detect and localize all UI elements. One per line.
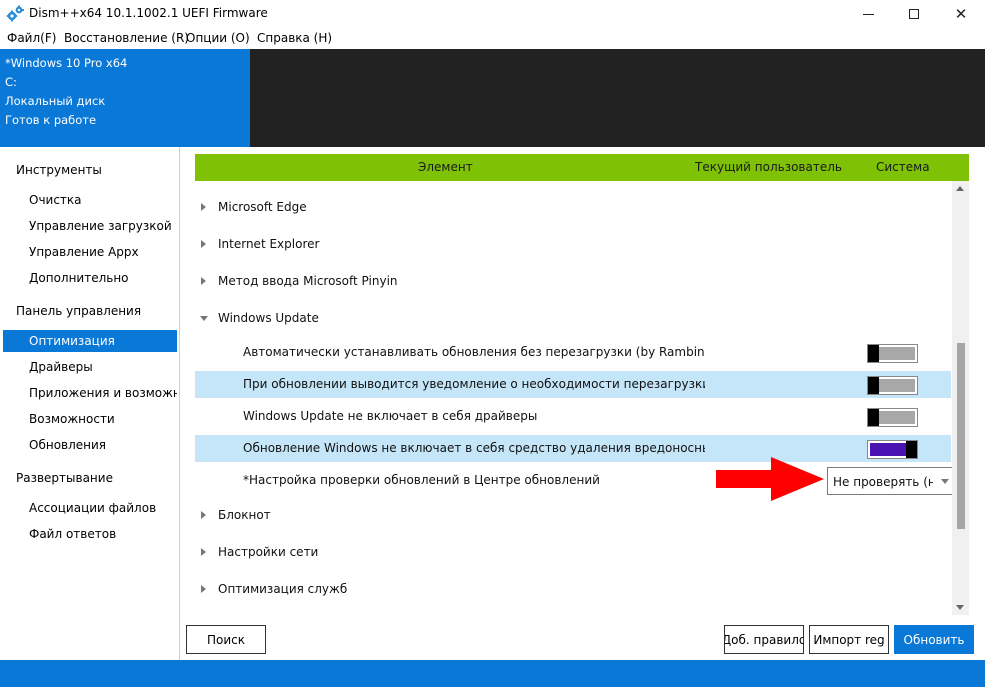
- tree-group-label: Настройки сети: [218, 545, 319, 559]
- session-list-area: [250, 49, 985, 147]
- tree-group-windows-update[interactable]: Windows Update: [181, 306, 951, 332]
- option-toggle[interactable]: [867, 408, 918, 427]
- option-toggle[interactable]: [867, 440, 918, 459]
- window-title: Dism++x64 10.1.1002.1 UEFI Firmware: [29, 6, 268, 20]
- minimize-icon: [862, 13, 874, 15]
- sidebar-group-tools: Инструменты: [16, 163, 102, 177]
- dropdown-value: Не проверять (не рекомендуется): [833, 475, 933, 489]
- sidebar-item-advanced[interactable]: Дополнительно: [3, 267, 177, 289]
- tree-group-label: Internet Explorer: [218, 237, 320, 251]
- tree-group-services-optimization[interactable]: Оптимизация служб: [181, 577, 951, 603]
- search-button[interactable]: Поиск: [186, 625, 266, 654]
- column-current-user[interactable]: Текущий пользователь: [695, 160, 842, 174]
- sidebar-item-answer-file[interactable]: Файл ответов: [3, 523, 177, 545]
- session-panel[interactable]: *Windows 10 Pro x64 C: Локальный диск Го…: [0, 49, 250, 147]
- option-row[interactable]: Обновление Windows не включает в себя ср…: [195, 435, 951, 462]
- title-bar: Dism++x64 10.1.1002.1 UEFI Firmware ✕: [0, 0, 985, 28]
- expand-arrow-icon[interactable]: [201, 203, 206, 211]
- gear-icon: [6, 5, 24, 22]
- expand-arrow-icon[interactable]: [201, 511, 206, 519]
- option-label: Обновление Windows не включает в себя ср…: [243, 441, 705, 455]
- add-rule-button[interactable]: Доб. правило: [724, 625, 804, 654]
- sidebar-group-deployment: Развертывание: [16, 471, 113, 485]
- column-system[interactable]: Система: [876, 160, 930, 174]
- tree-group-label: Windows Update: [218, 311, 319, 325]
- tree-group-label: Microsoft Edge: [218, 200, 307, 214]
- update-button[interactable]: Обновить: [894, 625, 974, 654]
- tree-group-label: Блокнот: [218, 508, 271, 522]
- collapse-arrow-icon[interactable]: [200, 316, 208, 321]
- sidebar-item-appx[interactable]: Управление Appx: [3, 241, 177, 263]
- expand-arrow-icon[interactable]: [201, 277, 206, 285]
- expand-arrow-icon[interactable]: [201, 585, 206, 593]
- column-element[interactable]: Элемент: [418, 160, 473, 174]
- menu-file[interactable]: Файл(F): [7, 31, 56, 45]
- session-os: *Windows 10 Pro x64: [5, 56, 128, 70]
- expand-arrow-icon[interactable]: [201, 240, 206, 248]
- expand-arrow-icon[interactable]: [201, 548, 206, 556]
- import-reg-button[interactable]: Импорт reg: [809, 625, 889, 654]
- option-row[interactable]: При обновлении выводится уведомление о н…: [195, 371, 951, 398]
- status-bar: [0, 660, 985, 687]
- option-label: При обновлении выводится уведомление о н…: [243, 377, 705, 391]
- tree-group-label: Метод ввода Microsoft Pinyin: [218, 274, 398, 288]
- sidebar-item-file-associations[interactable]: Ассоциации файлов: [3, 497, 177, 519]
- close-button[interactable]: ✕: [938, 0, 984, 28]
- tree-group-network-settings[interactable]: Настройки сети: [181, 540, 951, 566]
- vertical-scrollbar[interactable]: [952, 181, 969, 615]
- maximize-button[interactable]: [891, 0, 937, 28]
- menu-recovery[interactable]: Восстановление (R): [64, 31, 189, 45]
- option-toggle[interactable]: [867, 376, 918, 395]
- scroll-down-icon[interactable]: [956, 605, 964, 610]
- red-arrow-annotation-icon: [716, 457, 824, 501]
- tree-group-pinyin[interactable]: Метод ввода Microsoft Pinyin: [181, 269, 951, 295]
- minimize-button[interactable]: [845, 0, 891, 28]
- option-row[interactable]: Windows Update не включает в себя драйве…: [195, 403, 951, 430]
- session-drive: C:: [5, 75, 17, 89]
- optimization-panel: Элемент Текущий пользователь Система Mic…: [181, 147, 985, 660]
- tree-group-notepad[interactable]: Блокнот: [181, 503, 951, 529]
- session-disk-label: Локальный диск: [5, 94, 106, 108]
- update-check-dropdown[interactable]: Не проверять (не рекомендуется): [827, 467, 953, 495]
- menu-help[interactable]: Справка (H): [257, 31, 332, 45]
- close-icon: ✕: [954, 5, 968, 23]
- option-toggle[interactable]: [867, 344, 918, 363]
- sidebar-item-boot-management[interactable]: Управление загрузкой: [3, 215, 177, 237]
- scrollbar-thumb[interactable]: [957, 343, 965, 529]
- tree-group-internet-explorer[interactable]: Internet Explorer: [181, 232, 951, 258]
- session-status: Готов к работе: [5, 113, 97, 127]
- sidebar-item-optimization[interactable]: Оптимизация: [3, 330, 177, 352]
- option-label: Windows Update не включает в себя драйве…: [243, 409, 538, 423]
- column-header: Элемент Текущий пользователь Система: [195, 154, 969, 181]
- tree-group-label: Оптимизация служб: [218, 582, 348, 596]
- sidebar-item-updates[interactable]: Обновления: [3, 434, 177, 456]
- sidebar: Инструменты Очистка Управление загрузкой…: [0, 147, 180, 660]
- option-label: Автоматически устанавливать обновления б…: [243, 345, 705, 359]
- chevron-down-icon[interactable]: [941, 479, 949, 484]
- tree-group-microsoft-edge[interactable]: Microsoft Edge: [181, 195, 951, 221]
- sidebar-item-cleanup[interactable]: Очистка: [3, 189, 177, 211]
- sidebar-item-apps-features[interactable]: Приложения и возможности: [3, 382, 177, 404]
- menu-options[interactable]: Опции (O): [186, 31, 250, 45]
- scroll-up-icon[interactable]: [956, 186, 964, 191]
- sidebar-item-drivers[interactable]: Драйверы: [3, 356, 177, 378]
- sidebar-group-control-panel: Панель управления: [16, 304, 142, 318]
- maximize-icon: [909, 9, 919, 19]
- option-label: *Настройка проверки обновлений в Центре …: [243, 473, 600, 487]
- menu-bar: Файл(F) Восстановление (R) Опции (O) Спр…: [0, 28, 985, 49]
- option-row[interactable]: Автоматически устанавливать обновления б…: [195, 339, 951, 366]
- sidebar-item-capabilities[interactable]: Возможности: [3, 408, 177, 430]
